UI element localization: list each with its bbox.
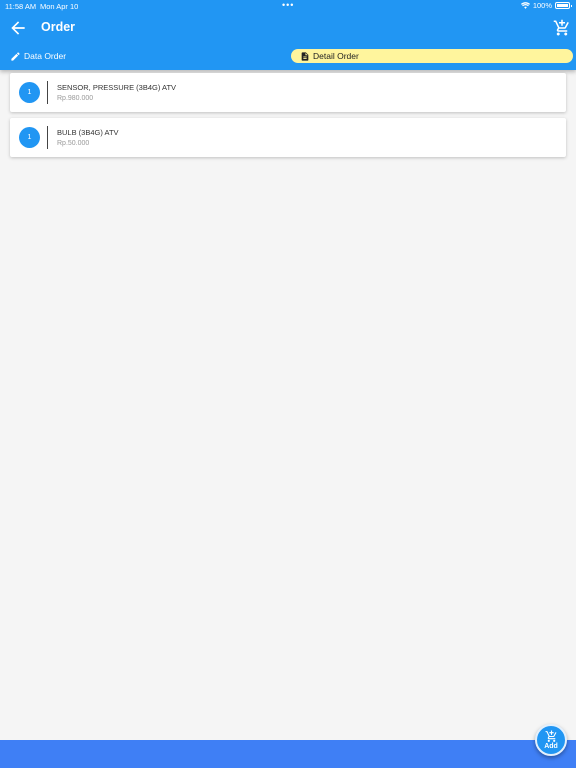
document-icon (301, 51, 309, 61)
list-item[interactable]: 1 SENSOR, PRESSURE (3B4G) ATV Rp.980.000 (10, 73, 566, 112)
status-right: 100% (520, 1, 572, 10)
status-bar: 11:58 AM Mon Apr 10 ••• 100% (0, 0, 576, 12)
item-name: SENSOR, PRESSURE (3B4G) ATV (57, 83, 177, 92)
status-date: Mon Apr 10 (40, 2, 79, 11)
list-item[interactable]: 1 BULB (3B4G) ATV Rp.50.000 (10, 118, 566, 157)
wifi-icon (520, 2, 530, 9)
status-time: 11:58 AM (5, 2, 37, 11)
item-name: BULB (3B4G) ATV (57, 128, 119, 137)
tab-detail-order[interactable]: Detail Order (291, 49, 573, 63)
tab-data-order[interactable]: Data Order (10, 48, 66, 64)
item-price: Rp.50.000 (57, 140, 90, 147)
page-title: Order (41, 20, 76, 34)
toolbar: Order (0, 14, 576, 42)
quantity-badge: 1 (19, 82, 40, 103)
tab-bar: Data Order Detail Order (0, 46, 576, 66)
cart-add-icon[interactable] (553, 19, 571, 37)
item-price: Rp.980.000 (57, 95, 94, 102)
cart-add-icon (545, 730, 557, 742)
tab-data-order-label: Data Order (24, 51, 67, 61)
battery-icon (555, 2, 572, 9)
order-item-list: 1 SENSOR, PRESSURE (3B4G) ATV Rp.980.000… (10, 73, 566, 163)
battery-percent: 100% (532, 1, 552, 10)
pencil-icon (11, 51, 20, 61)
tab-detail-order-label: Detail Order (313, 51, 359, 61)
bottom-bar (0, 740, 576, 768)
add-button-label: Add (544, 743, 558, 750)
arrow-back-icon[interactable] (8, 18, 28, 38)
divider (47, 81, 48, 104)
multitasking-dots-icon[interactable]: ••• (282, 0, 294, 10)
quantity-badge: 1 (19, 127, 40, 148)
app-bar: 11:58 AM Mon Apr 10 ••• 100% Order Data … (0, 0, 576, 70)
add-button[interactable]: Add (535, 724, 567, 756)
divider (47, 126, 48, 149)
